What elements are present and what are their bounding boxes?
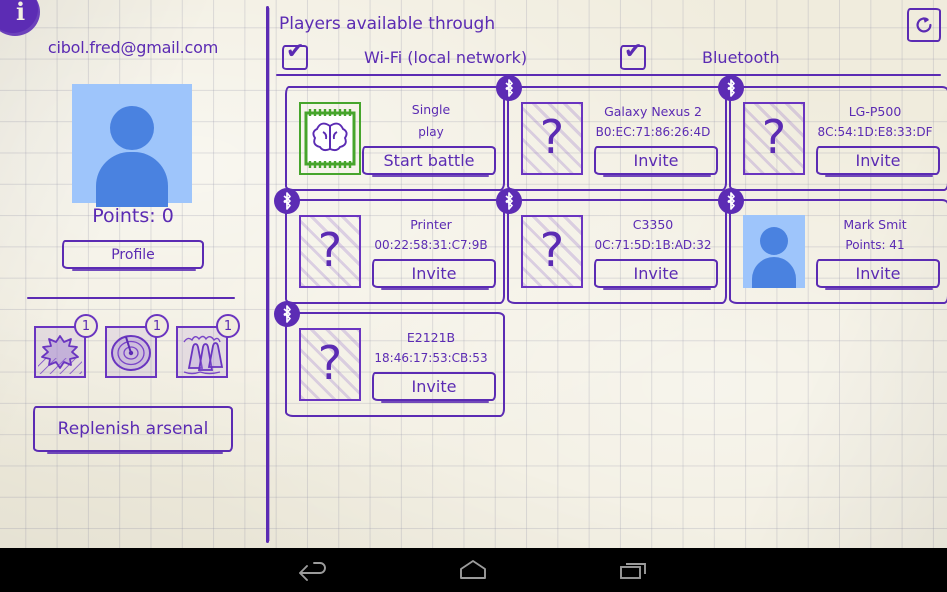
radar-sonar-icon [107,328,155,376]
invite-label: Invite [634,264,679,283]
bluetooth-badge-icon [718,188,744,214]
card-thumbnail: ? [521,102,583,175]
card-title: Mark Smit [809,217,941,232]
filter-wifi-label: Wi-Fi (local network) [364,48,527,67]
account-email: cibol.fred@gmail.com [0,38,266,57]
missiles-icon [178,328,226,376]
card-title: Galaxy Nexus 2 [587,104,719,119]
page-title: Players available through [279,14,495,34]
unknown-question-icon: ? [523,104,581,173]
card-thumbnail: ? [299,215,361,288]
unknown-question-icon: ? [745,104,803,173]
card-thumbnail: ? [299,328,361,401]
filter-wifi[interactable]: ✔ Wi-Fi (local network) [282,45,527,70]
invite-button[interactable]: Invite [816,259,940,288]
invite-label: Invite [856,264,901,283]
invite-button[interactable]: Invite [816,146,940,175]
panel-divider [266,6,269,543]
card-thumbnail [743,215,805,288]
card-subtitle: play [365,125,497,139]
invite-button[interactable]: Invite [372,259,496,288]
bluetooth-badge-icon [496,188,522,214]
bluetooth-badge-icon [274,301,300,327]
replenish-arsenal-button[interactable]: Replenish arsenal [33,406,233,452]
ai-chip-brain-icon [301,104,359,173]
card-title: LG-P500 [809,104,941,119]
avatar-head [760,227,788,255]
invite-button[interactable]: Invite [594,146,718,175]
invite-label: Invite [634,151,679,170]
card-title: E2121B [365,330,497,345]
bluetooth-badge-icon [718,75,744,101]
filter-bluetooth[interactable]: ✔ Bluetooth [620,45,780,70]
card-subtitle: 00:22:58:31:C7:9B [365,238,497,252]
avatar-body [96,152,168,207]
invite-label: Invite [412,377,457,396]
invite-label: Invite [856,151,901,170]
info-glyph: i [16,0,25,24]
player-card-c3350[interactable]: ? C3350 0C:71:5D:1B:AD:32 Invite [507,199,727,304]
profile-button-label: Profile [111,247,155,263]
weapon-count-badge-3: 1 [216,314,240,338]
refresh-icon [913,14,935,36]
profile-button[interactable]: Profile [62,240,204,269]
nav-recents-button[interactable] [553,548,713,592]
card-title: Printer [365,217,497,232]
filter-bluetooth-label: Bluetooth [702,48,780,67]
bluetooth-badge-icon [274,188,300,214]
back-icon [296,559,330,581]
card-thumbnail: ? [521,215,583,288]
weapon-count-badge-1: 1 [74,314,98,338]
player-card-lg-p500[interactable]: ? LG-P500 8C:54:1D:E8:33:DF Invite [729,86,947,191]
header-rule [276,74,941,76]
invite-button[interactable]: Invite [594,259,718,288]
weapon-slots: 1 1 1 [32,318,242,380]
card-title: Single [365,102,497,117]
avatar-head [110,106,154,150]
bluetooth-checkbox[interactable]: ✔ [620,45,646,70]
unknown-question-icon: ? [301,217,359,286]
player-card-galaxy-nexus-2[interactable]: ? Galaxy Nexus 2 B0:EC:71:86:26:4D Invit… [507,86,727,191]
unknown-question-icon: ? [301,330,359,399]
avatar-body [752,257,796,288]
start-battle-button[interactable]: Start battle [362,146,496,175]
card-title: C3350 [587,217,719,232]
avatar [72,84,192,203]
weapon-count-badge-2: 1 [145,314,169,338]
nav-home-button[interactable] [393,548,553,592]
mine-explosion-icon [36,328,84,376]
player-card-e2121b[interactable]: ? E2121B 18:46:17:53:CB:53 Invite [285,312,505,417]
card-subtitle: 8C:54:1D:E8:33:DF [809,125,941,139]
refresh-button[interactable] [907,8,941,42]
recents-icon [616,558,650,582]
player-card-printer[interactable]: ? Printer 00:22:58:31:C7:9B Invite [285,199,505,304]
left-sidebar: cibol.fred@gmail.com Points: 0 Profile 1 [0,0,266,548]
checkmark-icon: ✔ [286,41,304,63]
wifi-checkbox[interactable]: ✔ [282,45,308,70]
bluetooth-badge-icon [496,75,522,101]
checkmark-icon: ✔ [624,41,642,63]
replenish-arsenal-label: Replenish arsenal [58,419,209,439]
start-battle-label: Start battle [384,151,475,170]
player-card-mark-smit[interactable]: Mark Smit Points: 41 Invite [729,199,947,304]
unknown-question-icon: ? [523,217,581,286]
home-icon [456,558,490,582]
invite-button[interactable]: Invite [372,372,496,401]
card-subtitle: 0C:71:5D:1B:AD:32 [587,238,719,252]
card-subtitle: 18:46:17:53:CB:53 [365,351,497,365]
card-subtitle: B0:EC:71:86:26:4D [587,125,719,139]
sidebar-divider [27,297,235,299]
invite-label: Invite [412,264,457,283]
card-thumbnail: ? [743,102,805,175]
nav-back-button[interactable] [233,548,393,592]
card-subtitle: Points: 41 [809,238,941,252]
points-label: Points: 0 [0,205,266,227]
android-navigation-bar [0,548,947,592]
card-thumbnail [299,102,361,175]
player-card-single-play[interactable]: Single play Start battle [285,86,505,191]
players-panel: Players available through ✔ Wi-Fi (local… [270,0,947,548]
